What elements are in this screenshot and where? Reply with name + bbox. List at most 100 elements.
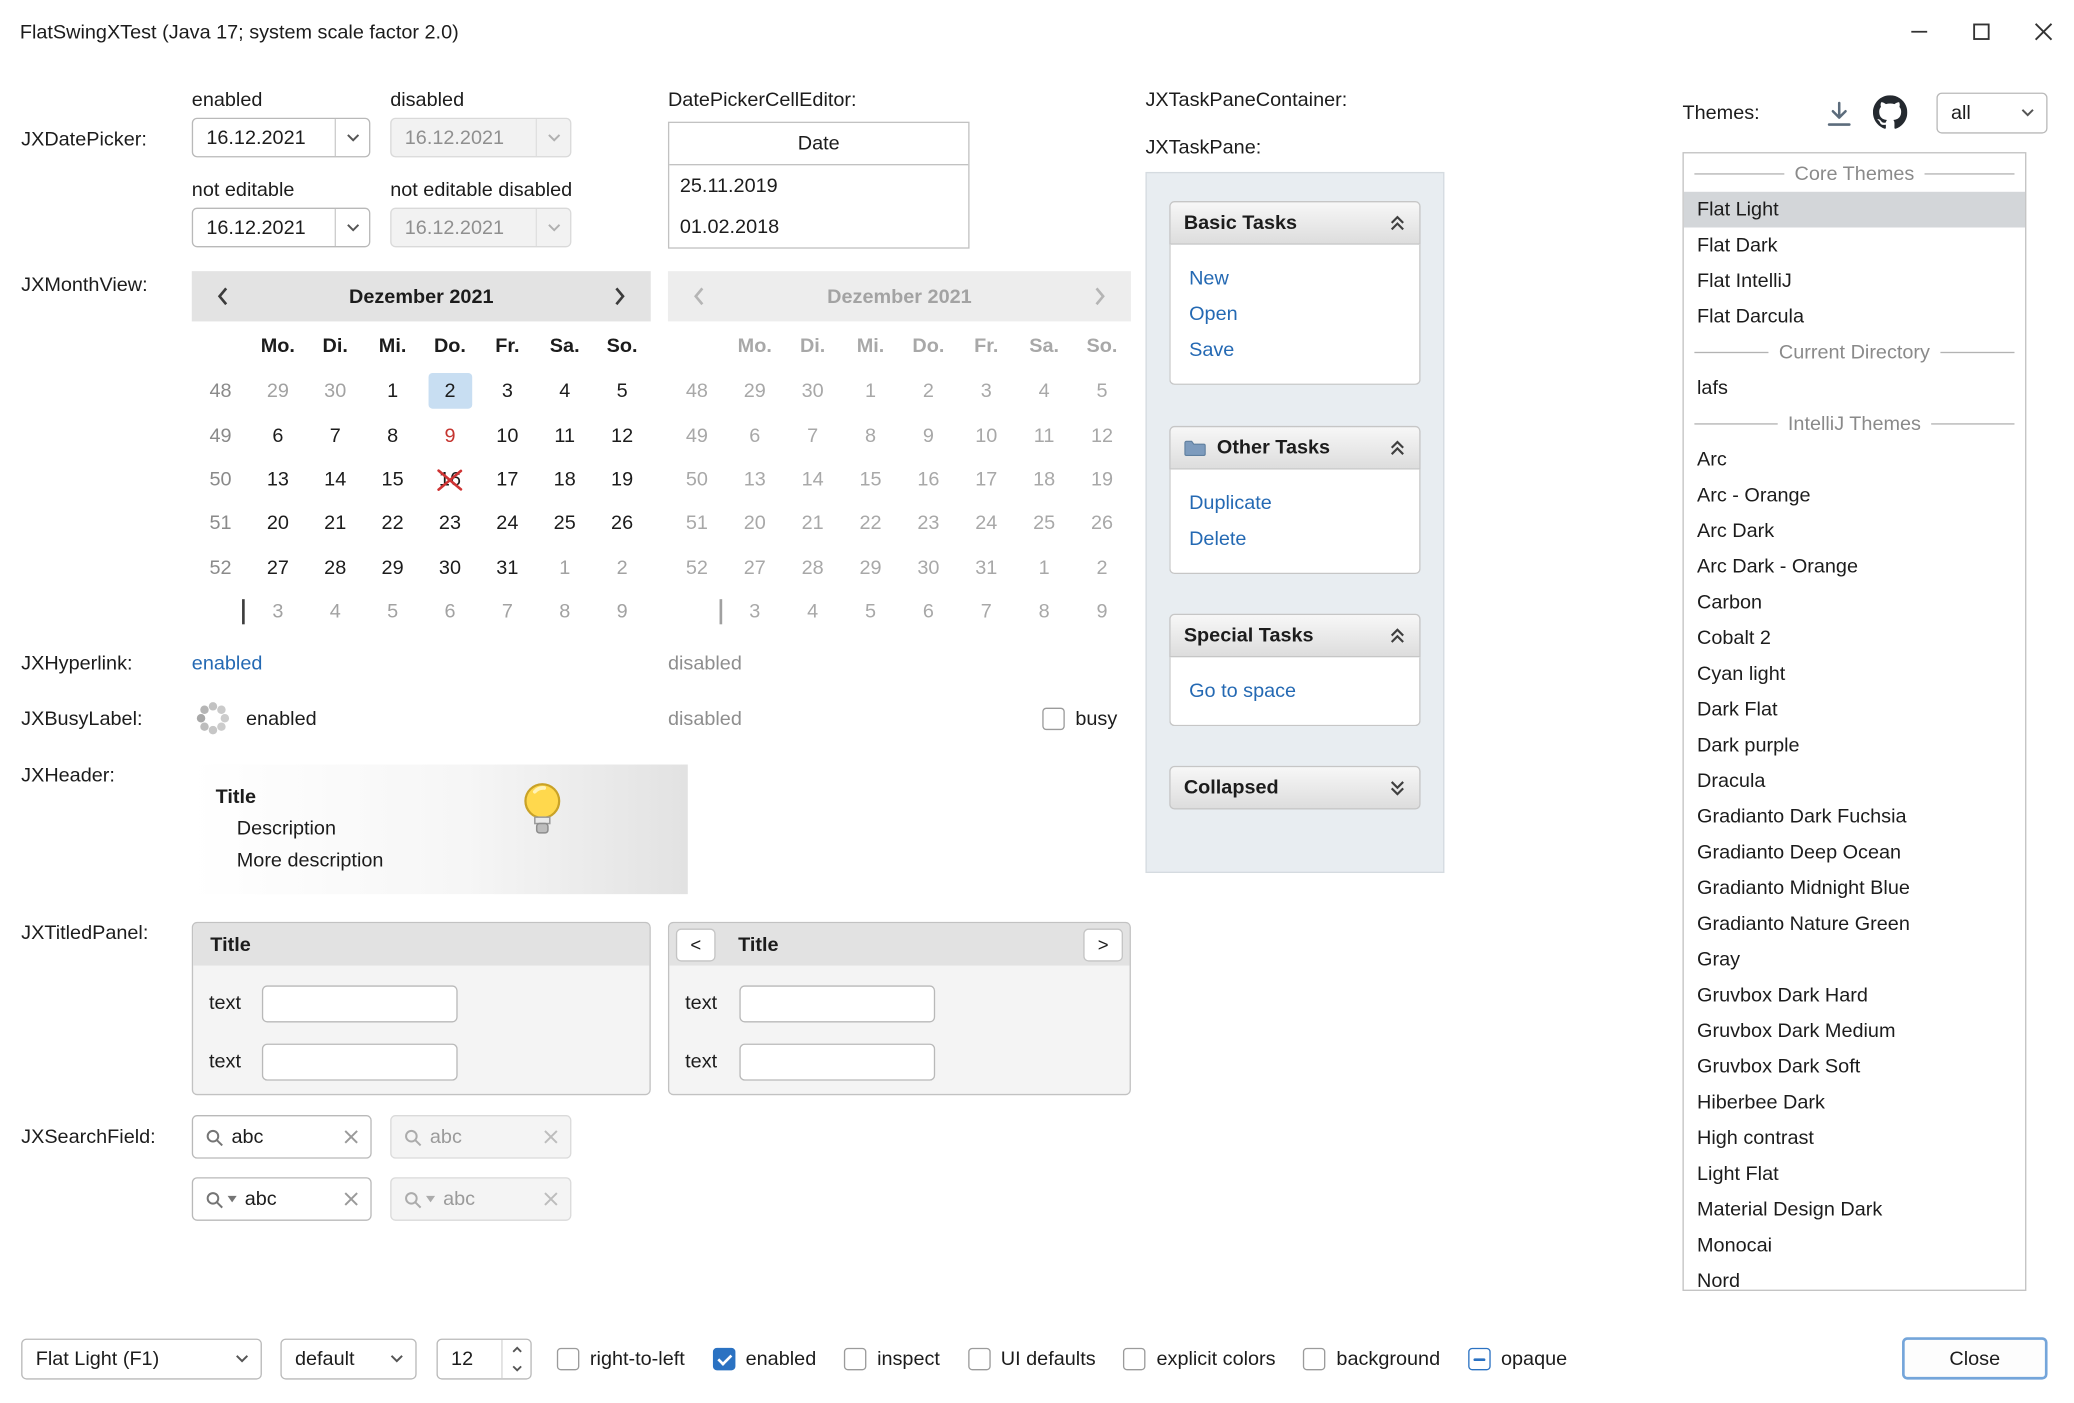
task-link[interactable]: New: [1189, 261, 1401, 297]
expand-chevron-down-icon[interactable]: [1389, 779, 1406, 796]
day-cell[interactable]: 17: [479, 457, 536, 501]
theme-list-item[interactable]: Flat Light: [1684, 192, 2025, 228]
theme-list-item[interactable]: Gruvbox Dark Hard: [1684, 977, 2025, 1013]
day-cell[interactable]: 31: [479, 546, 536, 590]
theme-list-item[interactable]: Arc: [1684, 442, 2025, 478]
checkbox-option[interactable]: inspect: [844, 1348, 940, 1370]
theme-list-item[interactable]: Core Themes: [1684, 156, 2025, 192]
day-cell[interactable]: 30: [307, 369, 364, 413]
taskpane-header[interactable]: Special Tasks: [1169, 614, 1420, 658]
collapse-chevron-up-icon[interactable]: [1389, 627, 1406, 644]
theme-list-item[interactable]: Gradianto Midnight Blue: [1684, 870, 2025, 906]
taskpane-header[interactable]: Collapsed: [1169, 766, 1420, 810]
day-cell[interactable]: 6: [421, 590, 478, 634]
taskpane-header[interactable]: Other Tasks: [1169, 426, 1420, 470]
taskpane-header[interactable]: Basic Tasks: [1169, 201, 1420, 245]
day-cell[interactable]: 15: [364, 457, 421, 501]
day-cell[interactable]: 24: [479, 502, 536, 546]
task-link[interactable]: Delete: [1189, 521, 1401, 557]
checkbox-option[interactable]: UI defaults: [968, 1348, 1096, 1370]
day-cell[interactable]: 13: [249, 457, 306, 501]
theme-list-item[interactable]: Arc Dark - Orange: [1684, 549, 2025, 585]
day-cell[interactable]: 2: [421, 369, 478, 413]
font-size-spinner[interactable]: 12: [436, 1339, 531, 1380]
searchfield-with-menu-enabled[interactable]: abc: [192, 1177, 372, 1221]
font-size-value[interactable]: 12: [438, 1340, 501, 1378]
theme-list-item[interactable]: lafs: [1684, 370, 2025, 406]
theme-list-item[interactable]: Cobalt 2: [1684, 620, 2025, 656]
style-combo[interactable]: default: [280, 1339, 416, 1380]
collapse-chevron-up-icon[interactable]: [1389, 214, 1406, 231]
theme-list-item[interactable]: IntelliJ Themes: [1684, 406, 2025, 442]
day-cell[interactable]: 18: [536, 457, 593, 501]
theme-list-item[interactable]: Carbon: [1684, 585, 2025, 621]
search-input[interactable]: abc: [245, 1188, 336, 1210]
day-cell[interactable]: 12: [593, 413, 650, 457]
theme-list-item[interactable]: Hiberbee Dark: [1684, 1085, 2025, 1121]
text-input[interactable]: [262, 985, 458, 1022]
hyperlink-enabled[interactable]: enabled: [192, 652, 263, 674]
checkbox-option[interactable]: opaque: [1468, 1348, 1567, 1370]
day-cell[interactable]: 27: [249, 546, 306, 590]
next-month-button[interactable]: [610, 286, 631, 307]
theme-list-item[interactable]: Gray: [1684, 942, 2025, 978]
checkbox[interactable]: [844, 1348, 866, 1370]
datepicker-dropdown-button[interactable]: [335, 119, 369, 156]
busy-checkbox[interactable]: [1042, 708, 1064, 730]
spinner-down-button[interactable]: [503, 1359, 531, 1378]
day-cell[interactable]: 16: [421, 457, 478, 501]
datepicker-dropdown-button[interactable]: [335, 209, 369, 246]
theme-list-item[interactable]: Flat Darcula: [1684, 299, 2025, 335]
checkbox[interactable]: [1468, 1348, 1490, 1370]
minimize-button[interactable]: [1887, 0, 1949, 63]
day-cell[interactable]: 26: [593, 502, 650, 546]
theme-list-item[interactable]: Gruvbox Dark Medium: [1684, 1013, 2025, 1049]
laf-combo[interactable]: Flat Light (F1): [21, 1339, 262, 1380]
theme-list-item[interactable]: Monocai: [1684, 1227, 2025, 1263]
day-cell[interactable]: 19: [593, 457, 650, 501]
checkbox[interactable]: [1303, 1348, 1325, 1370]
theme-list-item[interactable]: Gradianto Deep Ocean: [1684, 835, 2025, 871]
collapse-chevron-up-icon[interactable]: [1389, 439, 1406, 456]
day-cell[interactable]: 9: [421, 413, 478, 457]
search-menu-caret-icon[interactable]: [228, 1196, 237, 1203]
theme-list-item[interactable]: Gradianto Dark Fuchsia: [1684, 799, 2025, 835]
maximize-button[interactable]: [1950, 0, 2012, 63]
theme-list-item[interactable]: Light Flat: [1684, 1156, 2025, 1192]
theme-list-item[interactable]: Arc Dark: [1684, 513, 2025, 549]
day-cell[interactable]: 23: [421, 502, 478, 546]
search-input[interactable]: abc: [231, 1126, 335, 1148]
day-cell[interactable]: 7: [307, 413, 364, 457]
day-cell[interactable]: 5: [593, 369, 650, 413]
day-cell[interactable]: 3: [479, 369, 536, 413]
day-cell[interactable]: 7: [479, 590, 536, 634]
day-cell[interactable]: 4: [536, 369, 593, 413]
theme-list-item[interactable]: Nord: [1684, 1263, 2025, 1291]
searchfield-enabled[interactable]: abc: [192, 1115, 372, 1159]
theme-list-item[interactable]: Material Design Dark: [1684, 1192, 2025, 1228]
checkbox[interactable]: [968, 1348, 990, 1370]
close-window-button[interactable]: [2012, 0, 2074, 63]
themes-filter-combo[interactable]: all: [1936, 93, 2047, 134]
day-cell[interactable]: 14: [307, 457, 364, 501]
theme-list-item[interactable]: Arc - Orange: [1684, 477, 2025, 513]
prev-month-button[interactable]: [212, 286, 233, 307]
day-cell[interactable]: 6: [249, 413, 306, 457]
day-cell[interactable]: 28: [307, 546, 364, 590]
text-input[interactable]: [739, 985, 935, 1022]
day-cell[interactable]: 1: [536, 546, 593, 590]
day-cell[interactable]: 4: [307, 590, 364, 634]
table-row[interactable]: 25.11.2019: [669, 165, 968, 206]
github-icon[interactable]: [1873, 95, 1907, 129]
titledpanel-prev-button[interactable]: <: [676, 928, 716, 961]
day-cell[interactable]: 2: [593, 546, 650, 590]
day-cell[interactable]: 10: [479, 413, 536, 457]
day-cell[interactable]: 9: [593, 590, 650, 634]
theme-list-item[interactable]: Flat Dark: [1684, 228, 2025, 264]
day-cell[interactable]: 8: [364, 413, 421, 457]
task-link[interactable]: Duplicate: [1189, 485, 1401, 521]
task-link[interactable]: Save: [1189, 332, 1401, 368]
theme-list-item[interactable]: High contrast: [1684, 1120, 2025, 1156]
busy-checkbox-group[interactable]: busy: [1042, 708, 1117, 730]
date-column-header[interactable]: Date: [669, 123, 968, 165]
